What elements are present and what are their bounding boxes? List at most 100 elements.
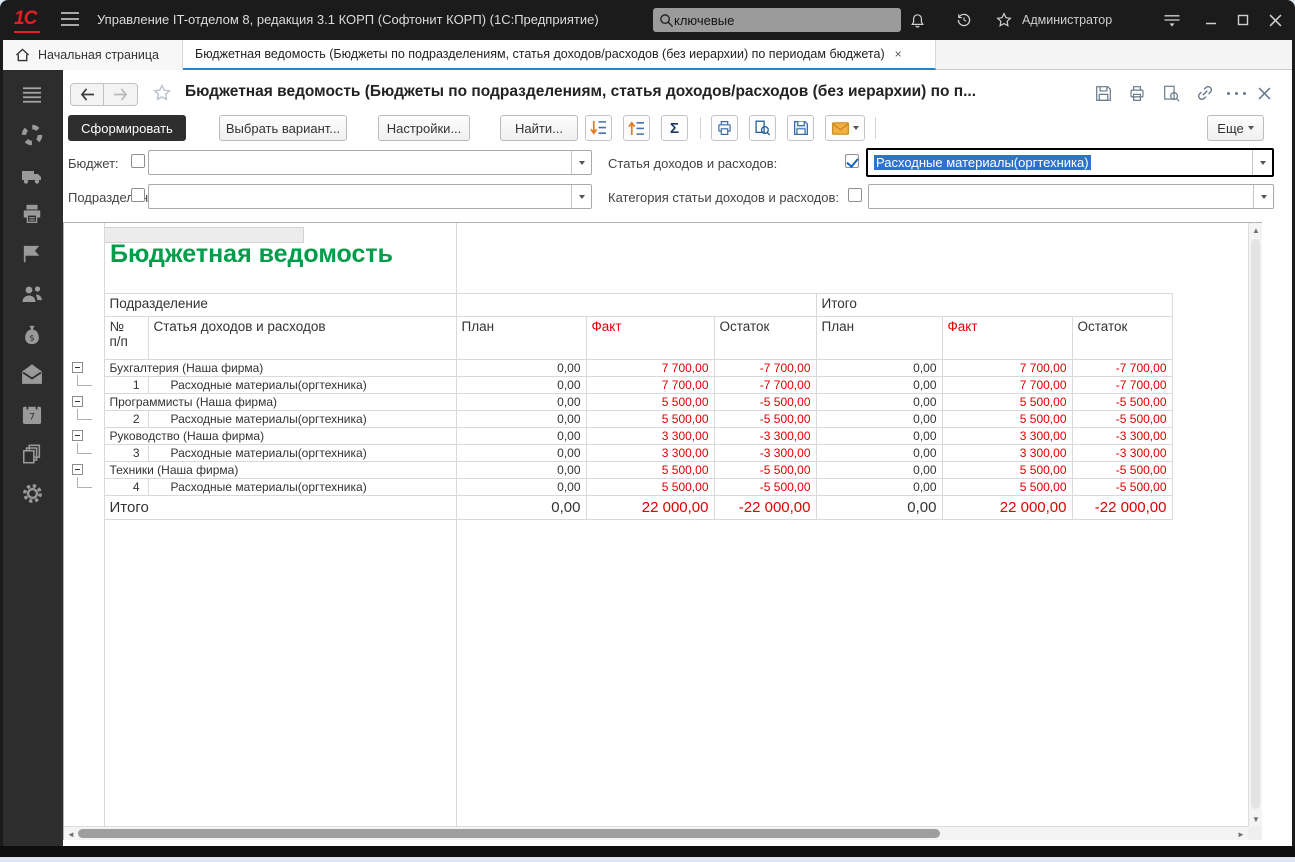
horizontal-scroll-thumb[interactable] [78,829,940,838]
cell-total-plan: 0,00 [816,428,942,445]
expand-groups-button[interactable] [585,115,612,141]
item-filter-combobox[interactable]: Расходные материалы(оргтехника) [866,148,1274,177]
mail-envelope-icon[interactable] [19,361,45,387]
cell-rest: -5 500,00 [714,411,816,428]
scroll-up-arrow[interactable]: ▲ [1249,223,1263,237]
more-button[interactable]: Еще [1207,115,1264,141]
horizontal-scrollbar[interactable]: ◄ ► [64,826,1248,840]
close-form-icon[interactable] [1252,83,1276,103]
table-row-total: Итого 0,00 22 000,00 -22 000,00 0,00 22 … [69,496,1172,520]
item-filter-checkbox[interactable] [845,154,859,168]
add-favorite-star-icon[interactable] [152,83,172,103]
app-title: Управление IT-отделом 8, редакция 3.1 КО… [97,12,599,27]
cell-total-plan: 0,00 [816,445,942,462]
cell-item: Расходные материалы(оргтехника) [148,377,456,394]
search-input[interactable] [674,13,874,28]
budget-dropdown-button[interactable] [571,151,591,174]
grid-guide-left-lower [104,519,105,826]
preview-icon[interactable] [1159,83,1183,103]
users-icon[interactable] [19,281,45,307]
total-label: Итого [104,496,456,520]
more-actions-kebab-icon[interactable] [1224,83,1248,103]
tab-report[interactable]: Бюджетная ведомость (Бюджеты по подразде… [183,40,936,70]
back-button[interactable] [70,83,104,106]
department-filter-combobox[interactable] [148,184,592,209]
cell-total-rest: -5 500,00 [1072,462,1172,479]
category-dropdown-button[interactable] [1253,185,1273,208]
current-user[interactable]: Администратор [1022,13,1112,27]
minimize-button[interactable] [1198,9,1224,31]
generate-button[interactable]: Сформировать [68,115,186,141]
table-row-detail: 4 Расходные материалы(оргтехника) 0,00 5… [69,479,1172,496]
cell-total-plan: 0,00 [816,462,942,479]
collapse-group-icon[interactable] [72,464,83,475]
scroll-down-arrow[interactable]: ▼ [1249,812,1263,826]
history-icon[interactable] [952,9,976,31]
sections-menu-icon[interactable] [19,82,45,108]
gear-settings-icon[interactable] [19,480,45,506]
main-menu-icon[interactable] [60,11,80,27]
tab-home[interactable]: Начальная страница [3,40,183,70]
forward-button[interactable] [104,83,138,106]
tab-close-icon[interactable]: × [895,47,902,61]
department-dropdown-button[interactable] [571,185,591,208]
department-filter-checkbox[interactable] [131,188,145,202]
scroll-left-arrow[interactable]: ◄ [64,827,78,841]
printer-icon[interactable] [19,201,45,227]
collapse-group-icon[interactable] [72,396,83,407]
helpdesk-lifebuoy-icon[interactable] [19,122,45,148]
print-toolbar-button[interactable] [711,115,738,141]
preview-toolbar-button[interactable] [749,115,776,141]
notifications-bell-icon[interactable] [905,9,929,31]
cell-total-plan: 0,00 [816,360,942,377]
item-filter-label: Статья доходов и расходов: [608,156,777,171]
calendar-icon[interactable]: 7 [19,401,45,427]
cell-plan: 0,00 [456,394,586,411]
cell-rest: -5 500,00 [714,394,816,411]
cell-total-fact: 3 300,00 [942,445,1072,462]
money-bag-icon[interactable]: $ [19,322,45,348]
cell-fact: 3 300,00 [586,428,714,445]
cell-fact: 5 500,00 [586,479,714,496]
send-email-button[interactable] [825,115,865,141]
documents-copies-icon[interactable] [19,441,45,467]
grid-guide-left [104,223,105,293]
cell-fact: 7 700,00 [586,377,714,394]
favorites-star-icon[interactable] [992,9,1016,31]
collapse-groups-button[interactable] [623,115,650,141]
category-filter-checkbox[interactable] [848,188,862,202]
header-num: №п/п [104,317,148,360]
table-row-detail: 3 Расходные материалы(оргтехника) 0,00 3… [69,445,1172,462]
cell-num: 4 [104,479,148,496]
1c-logo-icon: 1С [14,8,40,33]
print-icon[interactable] [1125,83,1149,103]
save-toolbar-button[interactable] [787,115,814,141]
global-search[interactable] [653,8,901,32]
item-dropdown-button[interactable] [1252,150,1272,175]
select-variant-button[interactable]: Выбрать вариант... [219,115,347,141]
maximize-button[interactable] [1230,9,1256,31]
close-window-button[interactable] [1262,9,1288,31]
scroll-right-arrow[interactable]: ► [1234,827,1248,841]
settings-button[interactable]: Настройки... [378,115,470,141]
sum-button[interactable]: Σ [661,115,688,141]
get-link-icon[interactable] [1193,83,1217,103]
cell-num: 3 [104,445,148,462]
map-flag-icon[interactable] [19,241,45,267]
category-filter-combobox[interactable] [868,184,1274,209]
vertical-scrollbar[interactable]: ▲ ▼ [1248,223,1262,826]
nav-buttons [70,83,138,106]
spreadsheet[interactable]: Бюджетная ведомость Подразделение Итого [64,223,1248,826]
scrollbar-corner [1248,826,1262,840]
titlebar: 1С Управление IT-отделом 8, редакция 3.1… [0,0,1295,40]
find-button[interactable]: Найти... [500,115,578,141]
vehicle-truck-icon[interactable] [19,163,45,189]
budget-filter-combobox[interactable] [148,150,592,175]
budget-filter-checkbox[interactable] [131,154,145,168]
collapse-group-icon[interactable] [72,430,83,441]
service-settings-icon[interactable] [1160,9,1184,31]
vertical-scroll-thumb[interactable] [1251,239,1260,809]
save-report-icon[interactable] [1091,83,1115,103]
header-spacer [456,294,816,317]
collapse-group-icon[interactable] [72,362,83,373]
